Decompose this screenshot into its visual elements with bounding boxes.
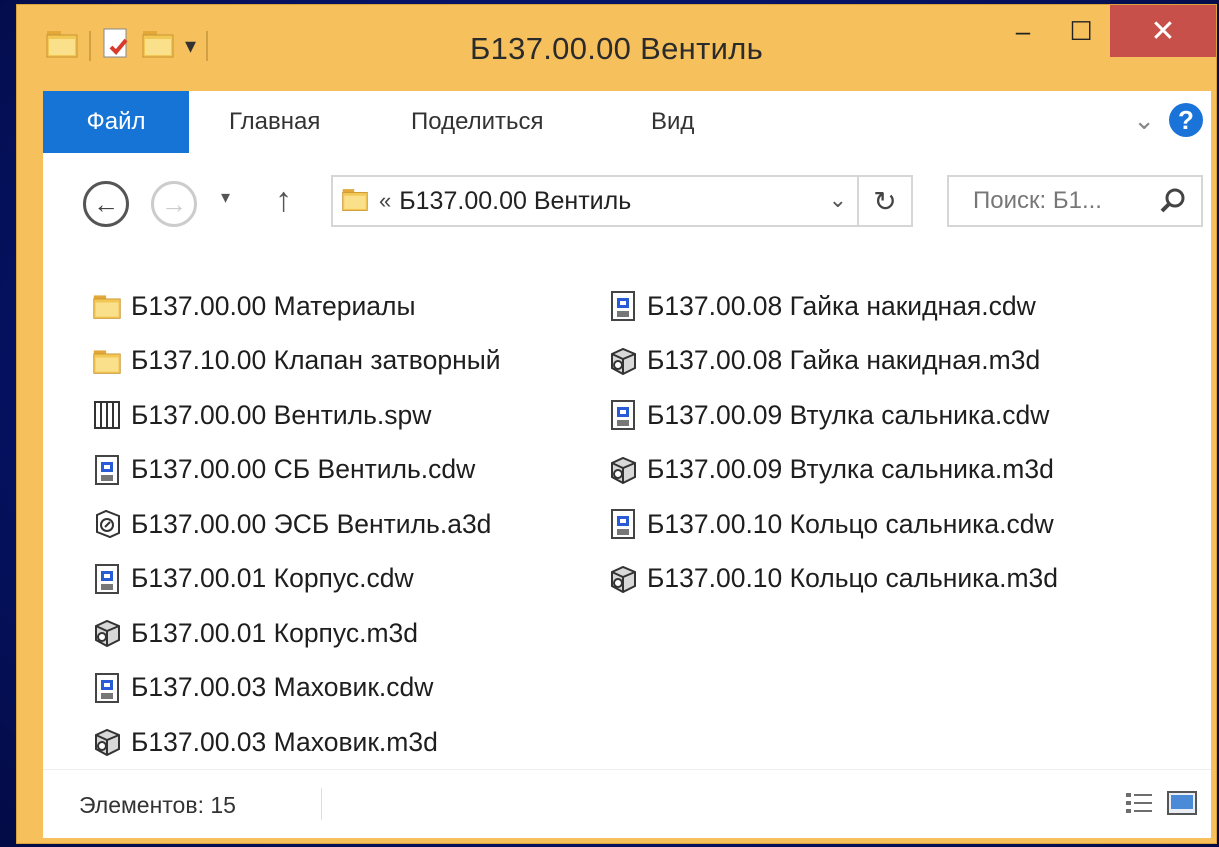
folder-icon bbox=[91, 345, 123, 377]
back-button[interactable]: ← bbox=[83, 181, 129, 227]
search-icon[interactable] bbox=[1159, 187, 1187, 220]
tab-home[interactable]: Главная bbox=[229, 91, 320, 153]
part-icon bbox=[91, 617, 123, 649]
file-name: Б137.00.08 Гайка накидная.cdw bbox=[647, 290, 1036, 321]
assembly-icon bbox=[91, 508, 123, 540]
file-column: Б137.00.08 Гайка накидная.cdw Б137.00.08 … bbox=[607, 279, 1058, 606]
file-name: Б137.00.00 СБ Вентиль.cdw bbox=[131, 454, 476, 485]
file-name: Б137.00.01 Корпус.m3d bbox=[131, 617, 419, 648]
file-item[interactable]: Б137.00.00 ЭСБ Вентиль.a3d bbox=[91, 497, 501, 552]
drawing-icon bbox=[91, 672, 123, 704]
file-item[interactable]: Б137.00.01 Корпус.cdw bbox=[91, 552, 501, 607]
file-name: Б137.00.08 Гайка накидная.m3d bbox=[647, 345, 1041, 376]
file-name: Б137.00.10 Кольцо сальника.m3d bbox=[647, 563, 1059, 594]
folder-icon bbox=[91, 290, 123, 322]
explorer-window: ▾ Б137.00.00 Вентиль – ☐ ✕ Файл Главная … bbox=[16, 4, 1217, 844]
part-icon bbox=[607, 454, 639, 486]
file-item[interactable]: Б137.00.03 Маховик.m3d bbox=[91, 715, 501, 770]
file-name: Б137.00.09 Втулка сальника.cdw bbox=[647, 399, 1050, 430]
address-dropdown-icon[interactable]: ⌄ bbox=[829, 187, 847, 213]
view-switcher bbox=[1125, 790, 1197, 821]
file-list: Б137.00.00 Материалы Б137.10.00 Клапан за… bbox=[43, 245, 1211, 769]
file-item[interactable]: Б137.00.10 Кольцо сальника.m3d bbox=[607, 552, 1058, 607]
address-overflow[interactable]: « bbox=[379, 188, 391, 214]
up-button[interactable]: ↑ bbox=[275, 181, 292, 220]
details-view-icon[interactable] bbox=[1125, 790, 1153, 821]
navigation-bar: ← → ▾ ↑ « Б137.00.00 Вентиль ⌄ ↻ bbox=[43, 153, 1211, 245]
file-item[interactable]: Б137.00.00 Материалы bbox=[91, 279, 501, 334]
separator bbox=[321, 788, 322, 820]
search-input[interactable] bbox=[971, 186, 1165, 216]
search-box[interactable] bbox=[947, 175, 1203, 227]
large-icons-view-icon[interactable] bbox=[1167, 790, 1197, 821]
forward-button[interactable]: → bbox=[151, 181, 197, 227]
file-item[interactable]: Б137.00.08 Гайка накидная.m3d bbox=[607, 334, 1058, 389]
refresh-button[interactable]: ↻ bbox=[859, 175, 913, 227]
file-name: Б137.00.00 Вентиль.spw bbox=[131, 399, 432, 430]
file-item[interactable]: Б137.00.10 Кольцо сальника.cdw bbox=[607, 497, 1058, 552]
recent-locations-icon[interactable]: ▾ bbox=[221, 187, 230, 208]
tab-file[interactable]: Файл bbox=[43, 91, 189, 153]
file-item[interactable]: Б137.00.08 Гайка накидная.cdw bbox=[607, 279, 1058, 334]
file-name: Б137.00.00 ЭСБ Вентиль.a3d bbox=[131, 508, 492, 539]
minimize-button[interactable]: – bbox=[994, 5, 1052, 57]
window-controls: – ☐ ✕ bbox=[994, 5, 1216, 57]
file-name: Б137.00.00 Материалы bbox=[131, 290, 416, 321]
spec-icon bbox=[91, 399, 123, 431]
drawing-icon bbox=[91, 563, 123, 595]
file-name: Б137.00.03 Маховик.m3d bbox=[131, 726, 438, 757]
drawing-icon bbox=[607, 399, 639, 431]
file-name: Б137.00.03 Маховик.cdw bbox=[131, 672, 434, 703]
file-name: Б137.00.01 Корпус.cdw bbox=[131, 563, 414, 594]
item-count: Элементов: 15 bbox=[79, 792, 236, 818]
tab-view[interactable]: Вид bbox=[651, 91, 694, 153]
file-name: Б137.10.00 Клапан затворный bbox=[131, 345, 501, 376]
drawing-icon bbox=[607, 508, 639, 540]
file-item[interactable]: Б137.00.03 Маховик.cdw bbox=[91, 661, 501, 716]
file-column: Б137.00.00 Материалы Б137.10.00 Клапан за… bbox=[91, 279, 501, 770]
ribbon-tabs: Файл Главная Поделиться Вид ⌄ ? bbox=[43, 91, 1211, 154]
part-icon bbox=[607, 345, 639, 377]
drawing-icon bbox=[607, 290, 639, 322]
file-item[interactable]: Б137.00.09 Втулка сальника.cdw bbox=[607, 388, 1058, 443]
address-bar[interactable]: « Б137.00.00 Вентиль ⌄ bbox=[331, 175, 859, 227]
address-path[interactable]: Б137.00.00 Вентиль bbox=[399, 187, 631, 216]
part-icon bbox=[607, 563, 639, 595]
file-name: Б137.00.10 Кольцо сальника.cdw bbox=[647, 508, 1054, 539]
file-item[interactable]: Б137.00.09 Втулка сальника.m3d bbox=[607, 443, 1058, 498]
file-item[interactable]: Б137.10.00 Клапан затворный bbox=[91, 334, 501, 389]
ribbon-controls: ⌄ ? bbox=[1133, 103, 1203, 137]
title-bar: ▾ Б137.00.00 Вентиль – ☐ ✕ bbox=[17, 5, 1216, 91]
help-icon[interactable]: ? bbox=[1169, 103, 1203, 137]
drawing-icon bbox=[91, 454, 123, 486]
tab-share[interactable]: Поделиться bbox=[411, 91, 544, 153]
file-item[interactable]: Б137.00.00 Вентиль.spw bbox=[91, 388, 501, 443]
maximize-button[interactable]: ☐ bbox=[1052, 5, 1110, 57]
close-button[interactable]: ✕ bbox=[1110, 5, 1216, 57]
part-icon bbox=[91, 726, 123, 758]
file-name: Б137.00.09 Втулка сальника.m3d bbox=[647, 454, 1054, 485]
folder-icon bbox=[341, 185, 369, 218]
file-item[interactable]: Б137.00.00 СБ Вентиль.cdw bbox=[91, 443, 501, 498]
expand-ribbon-icon[interactable]: ⌄ bbox=[1133, 105, 1155, 136]
status-bar: Элементов: 15 bbox=[43, 769, 1211, 838]
file-item[interactable]: Б137.00.01 Корпус.m3d bbox=[91, 606, 501, 661]
